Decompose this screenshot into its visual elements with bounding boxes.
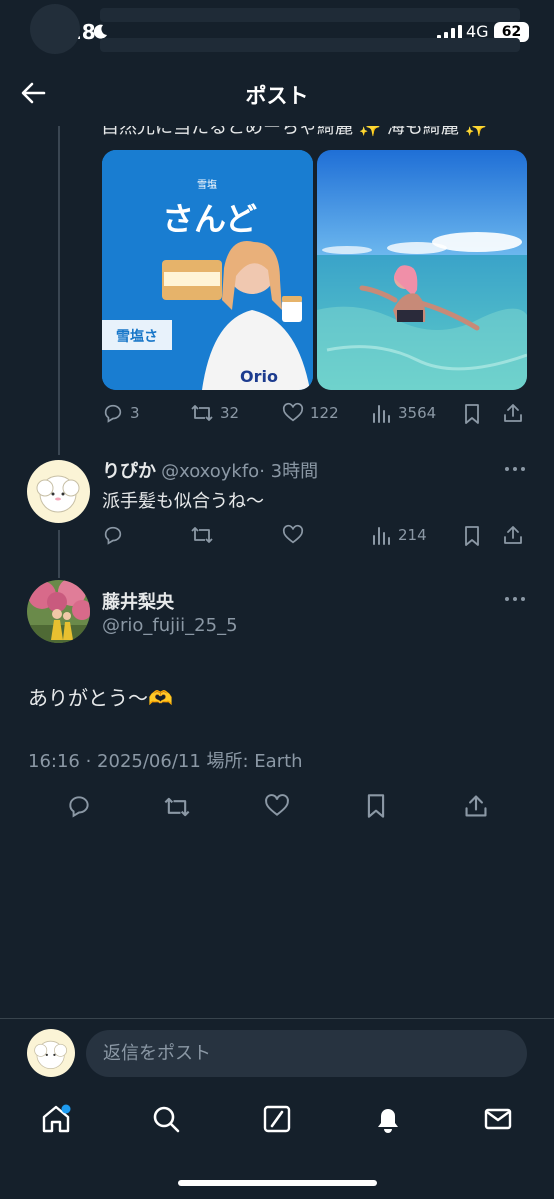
avatar[interactable] xyxy=(27,580,90,643)
views-icon xyxy=(373,527,390,545)
repost-icon[interactable] xyxy=(190,524,214,546)
heart-icon[interactable] xyxy=(282,524,304,546)
grok-icon xyxy=(263,1105,291,1133)
repost-icon xyxy=(191,405,213,421)
bookmark-icon[interactable] xyxy=(462,403,482,425)
page-title: ポスト xyxy=(245,84,309,108)
svg-text:さんど: さんど xyxy=(162,200,257,238)
sign-text-bottom: 雪塩さ xyxy=(116,328,158,345)
main-post-text: ありがとう〜🫶 xyxy=(28,686,173,710)
views-count: 214 xyxy=(398,526,427,544)
tab-grok[interactable] xyxy=(261,1103,293,1135)
more-options-icon[interactable] xyxy=(504,596,526,602)
reply-icon[interactable] xyxy=(102,524,124,546)
like-count: 122 xyxy=(310,404,339,422)
repost-count: 32 xyxy=(220,404,240,422)
display-name[interactable]: りぴか xyxy=(102,461,156,482)
share-icon[interactable] xyxy=(463,793,489,819)
repost-button[interactable]: 32 xyxy=(190,402,239,424)
svg-text:Orio: Orio xyxy=(240,367,278,386)
scrolled-content-ghost xyxy=(100,38,520,52)
search-icon xyxy=(153,1106,180,1133)
tab-notifications[interactable] xyxy=(372,1103,404,1135)
divider xyxy=(0,1018,554,1019)
notifications-icon xyxy=(378,1109,398,1133)
tab-home[interactable] xyxy=(40,1103,72,1135)
heart-icon[interactable] xyxy=(264,793,290,819)
tab-messages[interactable] xyxy=(482,1103,514,1135)
display-name[interactable]: 藤井梨央 xyxy=(102,588,174,614)
views-count: 3564 xyxy=(398,404,437,422)
svg-text:雪塩: 雪塩 xyxy=(197,178,217,191)
heart-icon xyxy=(282,402,304,422)
share-icon[interactable] xyxy=(502,402,524,424)
scrolled-content-ghost xyxy=(100,8,520,22)
share-icon[interactable] xyxy=(502,524,524,546)
bookmark-icon[interactable] xyxy=(462,525,482,547)
thread-line xyxy=(58,120,60,455)
reply-input[interactable]: 返信をポスト xyxy=(86,1030,527,1077)
avatar[interactable] xyxy=(27,460,90,523)
views-icon xyxy=(373,405,390,423)
like-button[interactable]: 122 xyxy=(282,402,339,424)
post-image-right[interactable] xyxy=(317,150,527,390)
reply-post-header: りぴか @xoxoykfo· 3時間 xyxy=(102,457,318,483)
reply-count: 3 xyxy=(130,404,140,422)
post-time: · 3時間 xyxy=(259,461,319,482)
views-button[interactable]: 214 xyxy=(372,524,427,546)
views-button[interactable]: 3564 xyxy=(372,402,436,424)
composer-avatar[interactable] xyxy=(27,1029,75,1077)
bookmark-icon[interactable] xyxy=(364,793,388,819)
scrolled-avatar-ghost xyxy=(30,4,80,54)
reply-post-text: 派手髪も似合うね〜 xyxy=(102,491,264,512)
reply-icon xyxy=(104,404,122,423)
home-icon xyxy=(42,1104,71,1133)
repost-icon[interactable] xyxy=(163,794,191,820)
reply-button[interactable]: 3 xyxy=(102,402,140,424)
thread-line xyxy=(58,530,60,578)
post-meta: 16:16 · 2025/06/11 場所: Earth xyxy=(28,751,303,772)
messages-icon xyxy=(484,1108,512,1130)
more-options-icon[interactable] xyxy=(504,466,526,472)
reply-icon[interactable] xyxy=(66,793,92,819)
user-handle[interactable]: @xoxoykfo xyxy=(161,461,259,482)
header: ポスト xyxy=(0,60,554,126)
user-handle[interactable]: @rio_fujii_25_5 xyxy=(102,615,238,636)
home-indicator xyxy=(178,1180,377,1186)
post-image-left[interactable]: 雪塩さ 雪塩 さんど Orio xyxy=(102,150,313,390)
tab-search[interactable] xyxy=(150,1103,182,1135)
